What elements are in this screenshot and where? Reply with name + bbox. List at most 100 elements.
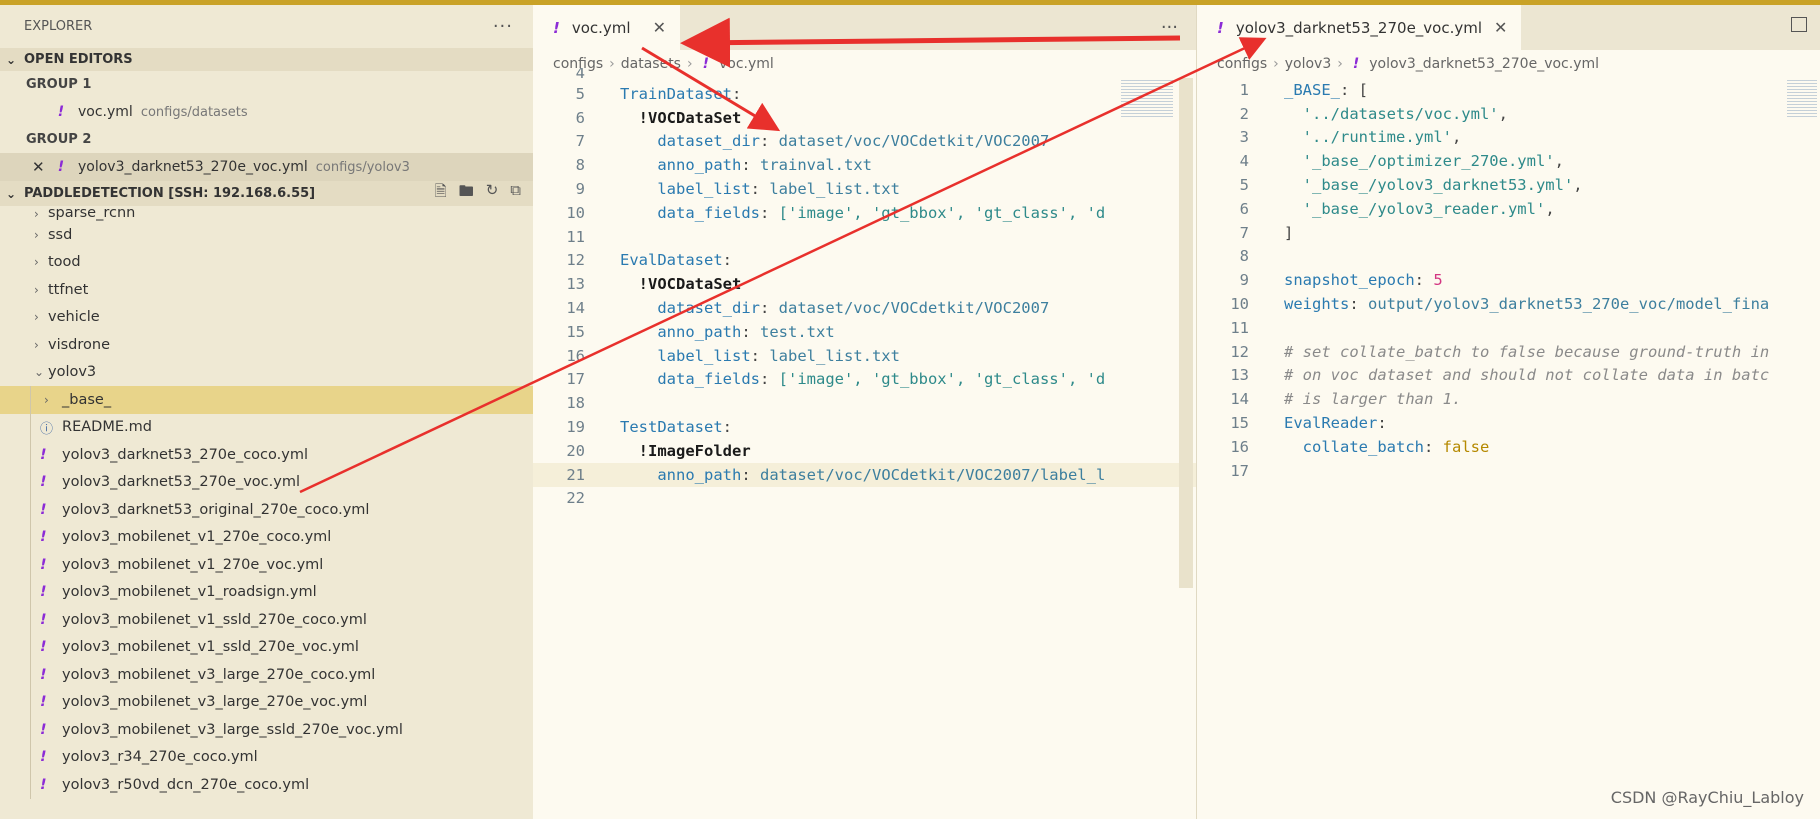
editor-group-1: ! voc.yml ✕ ··· configs › datasets › ! v…	[533, 5, 1196, 819]
breadcrumb-item[interactable]: yolov3	[1285, 56, 1332, 72]
code-line: 15 anno_path: test.txt	[566, 322, 835, 341]
chevron-down-icon: ⌄	[6, 186, 17, 201]
tree-file[interactable]: ! yolov3_mobilenet_v1_270e_voc.yml	[0, 551, 533, 579]
code-line: 20 !ImageFolder	[566, 441, 751, 460]
code-line: 14 dataset_dir: dataset/voc/VOCdetkit/VO…	[566, 299, 1050, 318]
yaml-file-icon: !	[40, 446, 47, 463]
refresh-icon[interactable]: ↻	[486, 181, 499, 206]
close-icon[interactable]: ✕	[1494, 18, 1507, 37]
open-editors-section[interactable]: ⌄ OPEN EDITORS	[0, 48, 533, 71]
code-line: 6 '_base_/yolov3_reader.yml',	[1239, 199, 1555, 218]
tree-folder[interactable]: › tood	[0, 249, 533, 277]
open-editor-desc: configs/datasets	[140, 104, 248, 120]
tree-folder-base[interactable]: › _base_	[0, 386, 533, 414]
indent-guide	[30, 386, 31, 799]
tree-file[interactable]: ! yolov3_mobilenet_v3_large_270e_coco.yml	[0, 661, 533, 689]
tree-folder[interactable]: › ttfnet	[0, 276, 533, 304]
code-line: 8 anno_path: trainval.txt	[575, 156, 872, 175]
yaml-file-icon: !	[40, 501, 47, 518]
chevron-right-icon: ›	[34, 337, 39, 352]
new-folder-icon[interactable]: 🖿	[459, 181, 474, 206]
tree-file[interactable]: ! yolov3_r34_270e_coco.yml	[0, 744, 533, 772]
code-line: 9 label_list: label_list.txt	[575, 180, 900, 199]
tree-folder[interactable]: › visdrone	[0, 331, 533, 359]
code-line: 9 snapshot_epoch: 5	[1239, 271, 1443, 290]
tree-folder[interactable]: › ssd	[0, 221, 533, 249]
yaml-file-icon: !	[40, 749, 47, 766]
tree-file[interactable]: ! yolov3_darknet53_270e_voc.yml	[0, 469, 533, 497]
explorer-sidebar: EXPLORER ··· ⌄ OPEN EDITORS GROUP 1 ! vo…	[0, 5, 533, 819]
yaml-file-icon: !	[40, 556, 47, 573]
more-actions-icon[interactable]: ···	[1161, 17, 1178, 38]
open-editor-desc: configs/yolov3	[315, 159, 410, 175]
code-line: 4 '_base_/optimizer_270e.yml',	[1239, 152, 1564, 171]
info-icon: ⓘ	[40, 421, 54, 437]
tree-file[interactable]: ! yolov3_darknet53_270e_coco.yml	[0, 441, 533, 469]
tree-folder-yolov3[interactable]: ⌄ yolov3	[0, 359, 533, 387]
open-editors-label: OPEN EDITORS	[24, 52, 133, 67]
code-line: 13 !VOCDataSet	[566, 275, 742, 294]
close-icon[interactable]: ✕	[653, 18, 666, 37]
tree-file[interactable]: ! yolov3_mobilenet_v1_ssld_270e_coco.yml	[0, 606, 533, 634]
yaml-file-icon: !	[40, 666, 47, 683]
yaml-file-icon: !	[40, 776, 47, 793]
tab-voc[interactable]: ! voc.yml ✕	[533, 5, 680, 50]
more-actions-icon[interactable]: ···	[493, 16, 513, 37]
code-line-current: 21 anno_path: dataset/voc/VOCdetkit/VOC2…	[533, 462, 1196, 487]
code-line: 6 !VOCDataSet	[575, 108, 742, 127]
tab-label: yolov3_darknet53_270e_voc.yml	[1235, 18, 1483, 37]
code-line: 5 TrainDataset:	[575, 84, 742, 103]
open-editor-yolov3[interactable]: ✕ ! yolov3_darknet53_270e_voc.yml config…	[0, 153, 533, 181]
code-line: 8	[1239, 247, 1249, 266]
breadcrumb-item[interactable]: yolov3_darknet53_270e_voc.yml	[1369, 56, 1599, 72]
code-area[interactable]: 4 5 TrainDataset: 6 !VOCDataSet 7 dataset…	[533, 68, 1196, 510]
new-file-icon[interactable]: 🗎	[435, 181, 447, 206]
yaml-file-icon: !	[40, 584, 47, 601]
open-editor-name: voc.yml	[78, 104, 133, 120]
yaml-file-icon: !	[1217, 18, 1224, 37]
minimap[interactable]	[1121, 78, 1173, 118]
tree-file-readme[interactable]: ⓘ README.md	[0, 414, 533, 442]
tab-yolov3-darknet53[interactable]: ! yolov3_darknet53_270e_voc.yml ✕	[1197, 5, 1522, 50]
code-line: 16 collate_batch: false	[1230, 437, 1490, 456]
code-line: 17	[1230, 461, 1249, 480]
tree-folder[interactable]: › vehicle	[0, 304, 533, 332]
tree-file[interactable]: ! yolov3_mobilenet_v3_large_270e_voc.yml	[0, 689, 533, 717]
chevron-right-icon: ›	[34, 282, 39, 297]
chevron-down-icon: ⌄	[34, 365, 45, 380]
chevron-right-icon: ›	[34, 207, 39, 221]
code-line: 16 label_list: label_list.txt	[566, 346, 900, 365]
code-line: 12 EvalDataset:	[566, 251, 732, 270]
code-area[interactable]: 1 _BASE_: [ 2 '../datasets/voc.yml', 3 '.…	[1197, 78, 1820, 483]
open-editor-voc[interactable]: ! voc.yml configs/datasets	[0, 98, 533, 126]
tree-file[interactable]: ! yolov3_r50vd_dcn_270e_coco.yml	[0, 771, 533, 799]
tree-folder[interactable]: › sparse_rcnn	[0, 206, 533, 221]
tree-file[interactable]: ! yolov3_darknet53_original_270e_coco.yml	[0, 496, 533, 524]
tree-file[interactable]: ! yolov3_mobilenet_v1_ssld_270e_voc.yml	[0, 634, 533, 662]
minimap[interactable]	[1787, 78, 1817, 118]
tree-file[interactable]: ! yolov3_mobilenet_v1_270e_coco.yml	[0, 524, 533, 552]
tree-file[interactable]: ! yolov3_mobilenet_v3_large_ssld_270e_voc…	[0, 716, 533, 744]
chevron-down-icon: ⌄	[6, 52, 17, 67]
yaml-file-icon: !	[57, 159, 65, 175]
code-line: 7 dataset_dir: dataset/voc/VOCdetkit/VOC…	[575, 132, 1050, 151]
breadcrumb-item[interactable]: configs	[1217, 56, 1267, 72]
code-line: 22	[566, 489, 585, 508]
chevron-right-icon: ›	[44, 392, 49, 407]
project-section[interactable]: ⌄ PADDLEDETECTION [SSH: 192.168.6.55] 🗎 …	[0, 181, 533, 206]
code-line: 10 weights: output/yolov3_darknet53_270e_…	[1230, 295, 1770, 314]
tree-file[interactable]: ! yolov3_mobilenet_v1_roadsign.yml	[0, 579, 533, 607]
scrollbar[interactable]	[1179, 78, 1193, 588]
collapse-all-icon[interactable]: ⧉	[510, 181, 521, 206]
tab-bar: ! yolov3_darknet53_270e_voc.yml ✕	[1197, 5, 1820, 50]
open-editor-name: yolov3_darknet53_270e_voc.yml	[78, 159, 308, 175]
code-line: 14 # is larger than 1.	[1230, 390, 1462, 409]
split-editor-icon[interactable]	[1791, 17, 1807, 32]
code-line: 7]	[1239, 223, 1294, 242]
breadcrumb: configs › yolov3 › ! yolov3_darknet53_27…	[1197, 50, 1820, 78]
code-line: 5 '_base_/yolov3_darknet53.yml',	[1239, 176, 1583, 195]
close-icon[interactable]: ✕	[32, 158, 52, 176]
code-line: 11	[1230, 318, 1249, 337]
yaml-file-icon: !	[57, 104, 65, 120]
yolov3-children: › _base_ ⓘ README.md ! yolov3_darknet53_270…	[0, 386, 533, 799]
